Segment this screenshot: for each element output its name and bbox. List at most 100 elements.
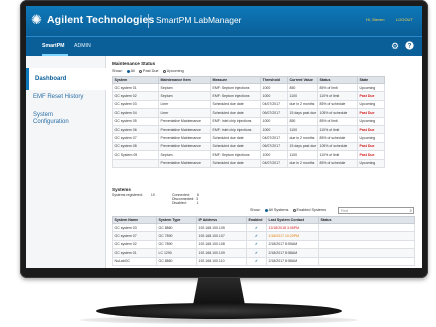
- table-cell: 04/07/2017: [260, 133, 288, 143]
- table-cell: GC system 05: [112, 116, 159, 126]
- table-cell: Upcoming: [357, 116, 385, 126]
- table-cell: EMF: Septum injections: [210, 150, 261, 160]
- user-greeting[interactable]: Hi, Steven: [366, 17, 384, 22]
- table-cell: 04/07/2017: [260, 99, 288, 110]
- table-row[interactable]: NuLabGC GC 8860 192.168.100.110 ✔ 2/18/2017 …: [112, 256, 415, 266]
- maintenance-col-header[interactable]: Current Value: [287, 76, 318, 84]
- table-row[interactable]: GC system 01 Septum EMF: Septum injections…: [112, 82, 385, 93]
- systems-col-header[interactable]: System Type: [156, 216, 197, 224]
- radio-enabled-systems[interactable]: [292, 208, 296, 212]
- table-cell: 1/18/2017 10:20PM: [266, 231, 319, 241]
- table-cell: Scheduled due date: [210, 141, 261, 152]
- maintenance-col-header[interactable]: Threshold: [260, 76, 288, 84]
- systems-col-header[interactable]: Enabled: [246, 216, 267, 224]
- table-row[interactable]: GC system 04 Liner Scheduled due date 06/07…: [112, 108, 385, 118]
- enabled-check-icon[interactable]: ✔: [246, 231, 267, 241]
- systems-col-header[interactable]: Last System Contact: [266, 216, 319, 224]
- logout-link[interactable]: LOGOUT: [396, 17, 413, 22]
- sidebar-item-emf-reset-history[interactable]: EMF Reset History: [26, 94, 86, 101]
- maintenance-col-header[interactable]: Status: [317, 76, 358, 84]
- table-cell: 06/07/2017: [260, 108, 288, 118]
- table-cell: Scheduled due date: [210, 158, 261, 168]
- table-row[interactable]: GC system 07 Preventative Maintenance Sche…: [112, 133, 385, 143]
- systems-col-header[interactable]: IP Address: [196, 216, 247, 224]
- radio-all-label: All: [130, 69, 135, 73]
- help-icon[interactable]: ?: [404, 41, 414, 51]
- table-cell: GC system 06: [112, 124, 159, 135]
- table-cell: 110% of limit: [317, 150, 358, 160]
- table-row[interactable]: GC system 03 GC 8860 192.168.100.105 ✔ 12/18…: [112, 222, 415, 233]
- table-row[interactable]: GC system 06 Preventative Maintenance EMF:…: [112, 124, 385, 135]
- sidebar-item-dashboard[interactable]: Dashboard: [26, 68, 106, 90]
- table-row[interactable]: GC system 01 LC 1290 192.168.100.109 ✔ 2/18/…: [112, 248, 415, 258]
- table-cell: GC system 08: [112, 141, 159, 152]
- table-cell: EMF: Septum injections: [210, 91, 261, 101]
- gear-icon[interactable]: ⚙: [390, 41, 400, 51]
- radio-past-due[interactable]: [138, 69, 142, 73]
- table-cell: Liner: [158, 108, 211, 118]
- systems-registered-value: 10: [150, 193, 155, 197]
- status-cell: [318, 256, 415, 266]
- table-cell: 1100: [287, 91, 318, 101]
- table-cell: Preventative Maintenance: [158, 141, 211, 152]
- table-cell: Past Due: [357, 91, 385, 101]
- enabled-check-icon[interactable]: ✔: [246, 222, 267, 233]
- table-cell: GC system 07: [112, 231, 157, 241]
- main-content: Maintenance Status Show: All Past Due Up…: [110, 56, 418, 268]
- table-cell: 1000: [260, 91, 288, 101]
- radio-all[interactable]: [126, 69, 130, 73]
- table-cell: GC system 07: [112, 133, 159, 143]
- tab-admin[interactable]: ADMIN: [74, 43, 91, 49]
- table-cell: 192.168.100.110: [196, 256, 247, 266]
- table-row[interactable]: GC system 02 Septum EMF: Septum injections…: [112, 91, 385, 101]
- table-cell: 85% of schedule: [317, 99, 358, 110]
- tab-smartpm[interactable]: SmartPM: [42, 43, 65, 49]
- table-cell: LC 1290: [156, 248, 197, 258]
- table-row[interactable]: GC system 03 Liner Scheduled due date 04/07…: [112, 99, 385, 110]
- enabled-check-icon[interactable]: ✔: [246, 256, 267, 266]
- top-nav: SmartPM ADMIN ⚙ ?: [26, 36, 422, 56]
- systems-title: Systems: [112, 187, 131, 192]
- disabled-label: Disabled:: [172, 201, 187, 206]
- maintenance-filter: Show: All Past Due Upcoming: [112, 69, 184, 73]
- table-row[interactable]: Preventative Maintenance Scheduled due da…: [112, 158, 385, 168]
- systems-col-header[interactable]: Status: [318, 216, 415, 224]
- table-cell: GC system 01: [112, 248, 157, 258]
- table-cell: 105% of schedule: [317, 141, 358, 152]
- table-row[interactable]: GC system 08 Preventative Maintenance Sche…: [112, 141, 385, 152]
- radio-upcoming[interactable]: [162, 69, 166, 73]
- maintenance-col-header[interactable]: State: [357, 76, 385, 84]
- systems-registered: Systems registered: 10: [112, 193, 155, 197]
- systems-col-header[interactable]: System Name: [112, 216, 157, 224]
- screen: ✺ Agilent Technologies SmartPM LabManage…: [26, 6, 422, 268]
- table-cell: GC system 02: [112, 239, 157, 250]
- systems-search-input[interactable]: Find ⌕: [338, 207, 414, 214]
- table-cell: 15 days past due: [287, 141, 318, 152]
- table-cell: GC 7890: [156, 239, 197, 250]
- status-cell: [318, 248, 415, 258]
- table-cell: Upcoming: [357, 99, 385, 110]
- maintenance-col-header[interactable]: System: [112, 76, 159, 84]
- enabled-check-icon[interactable]: ✔: [246, 239, 267, 250]
- enabled-check-icon[interactable]: ✔: [246, 248, 267, 258]
- table-cell: Past Due: [357, 150, 385, 160]
- table-cell: Preventative Maintenance: [158, 124, 211, 135]
- table-cell: 12/18/2018 3:06PM: [266, 222, 319, 233]
- sidebar-item-system-configuration[interactable]: System Configuration: [26, 112, 88, 126]
- radio-enabled-systems-label: Enabled Systems: [296, 208, 327, 212]
- status-cell: [318, 231, 415, 241]
- table-cell: Liner: [158, 99, 211, 110]
- table-cell: 85% of schedule: [317, 158, 358, 168]
- maintenance-col-header[interactable]: Maintenance Item: [158, 76, 211, 84]
- table-row[interactable]: GC System 09 Septum EMF: Septum injections…: [112, 150, 385, 160]
- table-cell: 850: [287, 82, 318, 93]
- maintenance-col-header[interactable]: Measure: [210, 76, 261, 84]
- search-icon[interactable]: ⌕: [409, 208, 412, 214]
- radio-all-systems[interactable]: [264, 208, 268, 212]
- table-row[interactable]: GC system 07 GC 7890 192.168.100.107 ✔ 1/18/…: [112, 231, 415, 241]
- table-row[interactable]: GC system 02 GC 7890 192.168.100.108 ✔ 2/18/…: [112, 239, 415, 250]
- status-cell: [318, 239, 415, 250]
- table-cell: due in 2 months: [287, 133, 318, 143]
- systems-status-summary: Connected: 6 Disconnected: 3 Disabled: 1: [172, 193, 199, 206]
- table-row[interactable]: GC system 05 Preventative Maintenance EMF:…: [112, 116, 385, 126]
